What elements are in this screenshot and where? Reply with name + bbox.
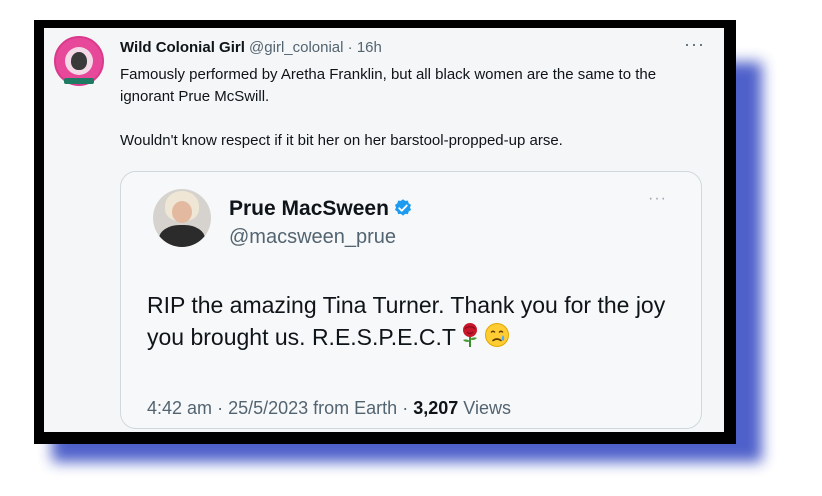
avatar-portrait [65,47,93,75]
meta-separator: · [402,398,409,418]
quoted-author-handle[interactable]: @macsween_prue [229,226,396,249]
quoted-text-content: RIP the amazing Tina Turner. Thank you f… [147,292,666,350]
crying-face-emoji [484,323,509,347]
quoted-tweet-time[interactable]: 4:42 am [147,398,212,418]
avatar-face [71,52,87,70]
tweet-header: Wild Colonial Girl @girl_colonial · 16h [120,39,382,56]
tweet-card[interactable]: Wild Colonial Girl @girl_colonial · 16h … [44,28,724,432]
rose-emoji [462,323,477,347]
avatar-face [172,201,192,223]
tweet-body: Famously performed by Aretha Franklin, b… [120,64,700,152]
meta-separator: · [217,398,224,418]
quoted-author-name[interactable]: Prue MacSween [229,197,389,220]
quoted-tweet-text: RIP the amazing Tina Turner. Thank you f… [147,289,667,353]
header-separator: · [347,39,353,56]
quoted-tweet[interactable]: Prue MacSween @macsween_prue ··· RIP the… [120,171,702,429]
more-options-icon[interactable]: ··· [684,34,705,55]
tweet-time[interactable]: 16h [357,39,382,56]
views-count[interactable]: 3,207 [413,398,458,418]
quoted-author-avatar[interactable] [153,189,211,247]
quoted-tweet-date[interactable]: 25/5/2023 from Earth [228,398,397,418]
quoted-author-line: Prue MacSween [229,197,413,221]
views-label: Views [463,398,511,418]
tweet-paragraph: Famously performed by Aretha Franklin, b… [120,66,657,105]
avatar-body [159,225,205,247]
quoted-tweet-meta: 4:42 am · 25/5/2023 from Earth · 3,207 V… [147,398,511,419]
tweet-paragraph: Wouldn't know respect if it bit her on h… [120,132,563,149]
author-handle[interactable]: @girl_colonial [249,39,343,56]
author-name[interactable]: Wild Colonial Girl [120,39,245,56]
verified-badge-icon [394,199,411,216]
quoted-more-options-icon[interactable]: ··· [648,190,667,208]
avatar-ribbon [64,78,94,84]
author-avatar[interactable] [54,36,104,86]
